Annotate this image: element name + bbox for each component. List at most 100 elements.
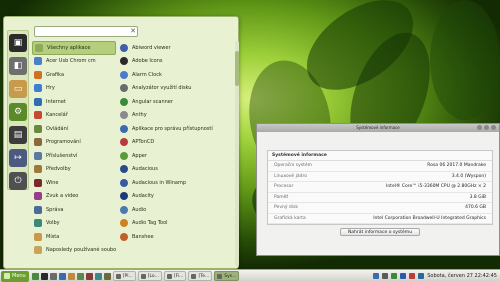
network-icon[interactable] <box>373 273 380 279</box>
category-item[interactable]: Acer Usb Chrom cm <box>32 55 116 69</box>
window-icon <box>140 273 146 279</box>
app-item[interactable]: Aplikace pro správu přístupností <box>118 122 234 136</box>
app-icon[interactable] <box>85 272 93 280</box>
category-item[interactable]: Místa <box>32 230 116 244</box>
app-icon <box>120 57 128 66</box>
category-item[interactable]: Hry <box>32 82 116 96</box>
info-key: Paměť <box>274 194 289 200</box>
clear-search-icon[interactable]: ✕ <box>130 27 136 36</box>
search-field[interactable]: ✕ <box>34 26 138 45</box>
app-item[interactable]: Adobe Icons <box>118 55 234 69</box>
category-item[interactable]: Wine <box>32 176 116 190</box>
app-item[interactable]: Banshee <box>118 230 234 244</box>
app-item[interactable]: Audacious in Winamp <box>118 176 234 190</box>
category-item[interactable]: Volby <box>32 217 116 231</box>
terminal-icon[interactable]: ▣ <box>9 34 27 52</box>
battery-icon[interactable] <box>391 273 398 279</box>
maximize-icon[interactable] <box>484 125 489 130</box>
category-item[interactable]: Všechny aplikace <box>32 41 116 55</box>
category-item[interactable]: Naposledy používané soubory <box>32 244 116 258</box>
app-item[interactable]: Audacity <box>118 190 234 204</box>
power-icon[interactable]: ⏻ <box>9 172 27 190</box>
system-info-panel: Systémové informace Operační systém Rosa … <box>267 150 493 225</box>
category-icon <box>34 232 42 241</box>
category-label: Acer Usb Chrom cm <box>46 58 96 65</box>
window-titlebar[interactable]: Systémové informace <box>257 124 499 132</box>
app-list: Abiword viewer Adobe Icons Alarm Clock Anal… <box>118 41 234 244</box>
folder-icon[interactable]: ▭ <box>9 80 27 98</box>
lock-icon[interactable]: ▤ <box>9 126 27 144</box>
category-item[interactable]: Správa <box>32 203 116 217</box>
app-label: Abiword viewer <box>132 44 171 51</box>
start-menu: ▣ ◧ ▭ ⚙ ▤ ↦ ⏻ ✕ Všechny aplikace Acer Usb… <box>3 16 239 269</box>
globe-icon[interactable] <box>58 272 66 280</box>
category-item[interactable]: Internet <box>32 95 116 109</box>
mail-icon[interactable] <box>67 272 75 280</box>
volume-icon[interactable] <box>382 273 389 279</box>
menu-button[interactable]: Menu <box>1 270 29 282</box>
settings-icon[interactable] <box>49 272 57 280</box>
scrollbar-thumb[interactable] <box>235 51 239 86</box>
app-item[interactable]: Abiword viewer <box>118 41 234 55</box>
category-item[interactable]: Ovládání <box>32 122 116 136</box>
menu-logo-icon <box>4 273 10 279</box>
app-item[interactable]: Apper <box>118 149 234 163</box>
window-title: Systémové informace <box>356 125 400 130</box>
category-icon <box>34 138 42 147</box>
upload-system-info-button[interactable]: Nahrát informace o systému <box>340 228 420 236</box>
category-item[interactable]: Příslušenství <box>32 149 116 163</box>
category-label: Místa <box>46 233 60 240</box>
category-item[interactable]: Grafika <box>32 68 116 82</box>
taskbar-window-button[interactable]: Sys... <box>214 271 240 281</box>
favorites-column: ▣ ◧ ▭ ⚙ ▤ ↦ ⏻ <box>7 30 29 190</box>
app-icon <box>120 97 128 106</box>
category-label: Všechny aplikace <box>47 44 91 51</box>
taskbar-window-button[interactable]: [Te... <box>188 271 213 281</box>
window-icon <box>191 273 197 279</box>
app-item[interactable]: Audacious <box>118 163 234 177</box>
settings-icon[interactable]: ◧ <box>9 57 27 75</box>
app-icon[interactable] <box>103 272 111 280</box>
app-item[interactable]: Angular scanner <box>118 95 234 109</box>
taskbar-window-button[interactable]: [Pl... <box>112 271 136 281</box>
files-icon[interactable] <box>31 272 39 280</box>
close-icon[interactable] <box>491 125 496 130</box>
info-key: Grafická karta <box>274 215 306 221</box>
category-icon <box>34 219 42 228</box>
logout-icon[interactable]: ↦ <box>9 149 27 167</box>
clock[interactable]: Sobota, červen 27 22:42:45 <box>427 273 497 279</box>
category-item[interactable]: Kancelář <box>32 109 116 123</box>
info-key: Pevný disk <box>274 205 298 211</box>
category-item[interactable]: Zvuk a video <box>32 190 116 204</box>
minimize-icon[interactable] <box>477 125 482 130</box>
app-item[interactable]: Analyzátor využití disku <box>118 82 234 96</box>
task-label: [Fi... <box>173 273 184 279</box>
update-icon[interactable] <box>409 273 416 279</box>
taskbar-window-button[interactable]: [Lo... <box>137 271 162 281</box>
app-label: Audacious <box>132 166 158 173</box>
info-value: 470.6 GB <box>465 205 486 211</box>
app-label: Anthy <box>132 112 147 119</box>
app-item[interactable]: Audio <box>118 203 234 217</box>
app-item[interactable]: Alarm Clock <box>118 68 234 82</box>
media-icon[interactable] <box>76 272 84 280</box>
category-item[interactable]: Programování <box>32 136 116 150</box>
info-row: Paměť 3.8 GiB <box>268 193 492 203</box>
terminal-icon[interactable] <box>40 272 48 280</box>
app-item[interactable]: Anthy <box>118 109 234 123</box>
app-icon <box>120 124 128 133</box>
gear-icon[interactable]: ⚙ <box>9 103 27 121</box>
app-icon[interactable] <box>94 272 102 280</box>
category-icon <box>34 57 42 66</box>
app-label: Angular scanner <box>132 98 173 105</box>
bluetooth-icon[interactable] <box>400 273 407 279</box>
category-label: Naposledy používané soubory <box>46 247 116 254</box>
quick-launch <box>31 272 111 280</box>
app-item[interactable]: Audio Tag Tool <box>118 217 234 231</box>
taskbar-window-button[interactable]: [Fi... <box>163 271 187 281</box>
app-list-scrollbar[interactable] <box>235 41 239 266</box>
app-item[interactable]: APTonCD <box>118 136 234 150</box>
wordpress-icon[interactable] <box>418 273 425 279</box>
window-icon <box>115 273 121 279</box>
category-item[interactable]: Předvolby <box>32 163 116 177</box>
